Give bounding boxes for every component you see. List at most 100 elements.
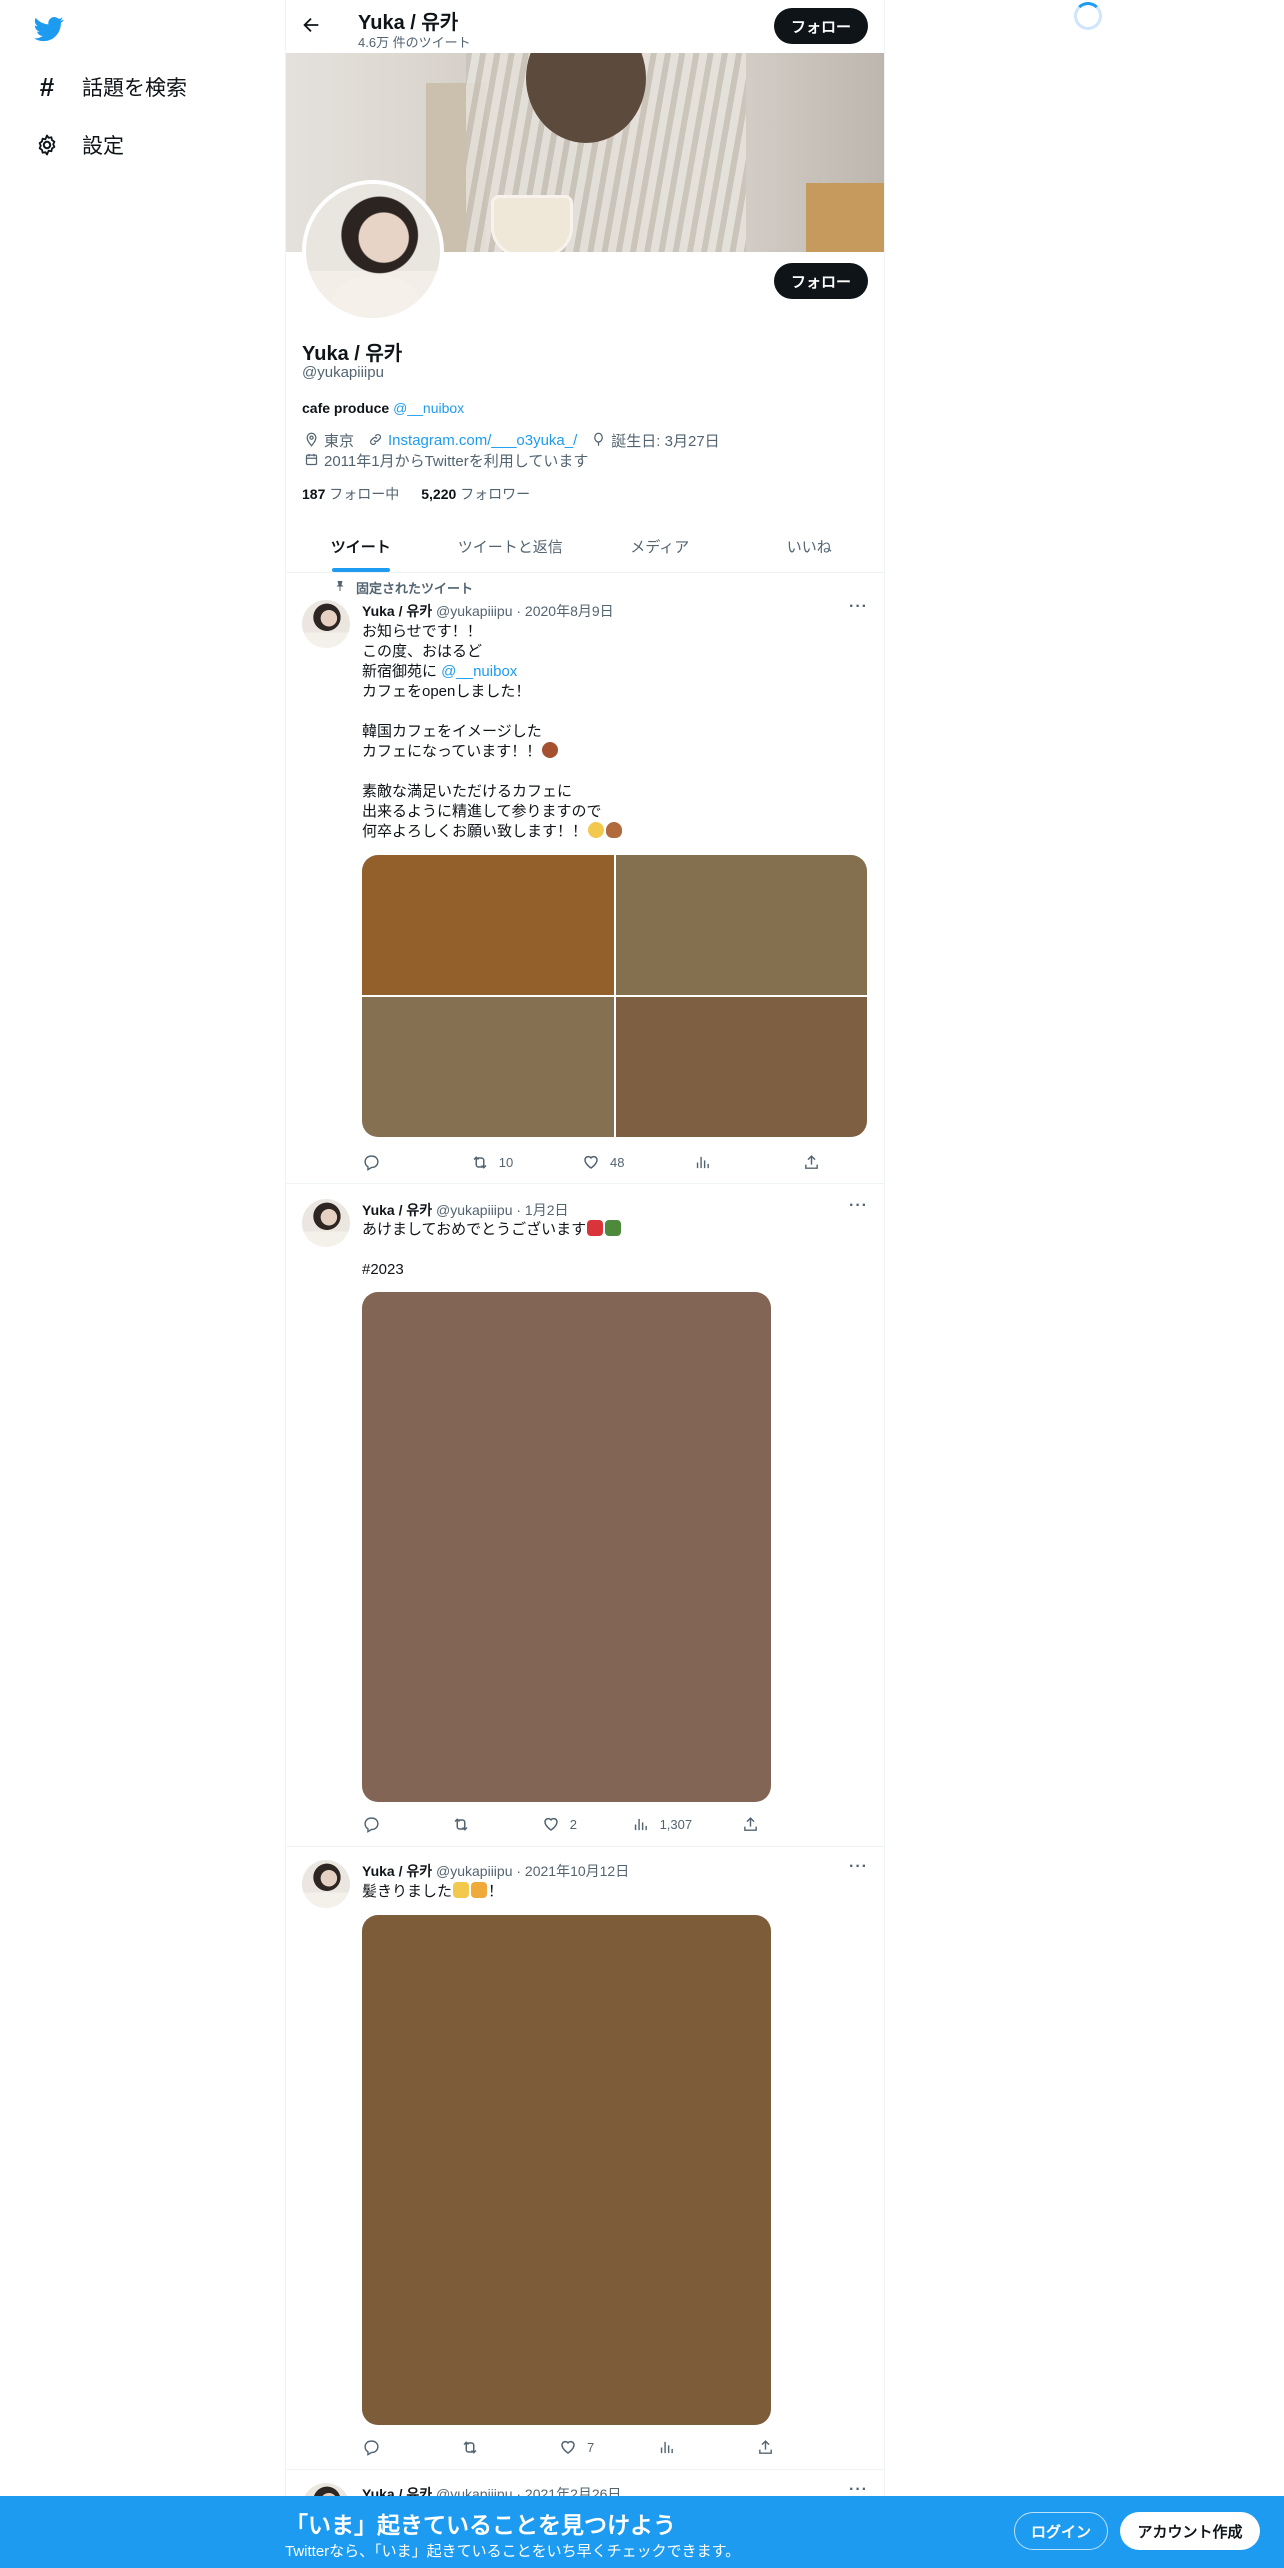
tweet-hashtag[interactable]: #2023	[362, 1260, 862, 1280]
profile-avatar[interactable]	[302, 180, 444, 322]
retweet-button[interactable]	[461, 2438, 501, 2456]
tab-tweets-and-replies[interactable]: ツイートと返信	[436, 520, 586, 572]
pinned-label: 固定されたツイート	[356, 581, 474, 596]
more-options-icon[interactable]: ···	[849, 1197, 868, 1215]
profile-column: Yuka / 유카 4.6万 件のツイート フォロー フォロー Yuka / 유…	[285, 0, 885, 2568]
header-name: Yuka / 유카	[358, 12, 459, 34]
views-button[interactable]: 1,307	[632, 1815, 692, 1833]
tweet-text: 髪きりました ！	[362, 1882, 862, 1902]
tweet-media-image[interactable]	[362, 1915, 771, 2425]
views-button[interactable]	[658, 2438, 698, 2456]
tweet-author-name[interactable]: Yuka / 유카	[362, 1863, 432, 1879]
profile-birthday: 誕生日: 3月27日	[611, 433, 720, 450]
loading-spinner-icon	[1074, 2, 1102, 30]
twitter-logo-icon[interactable]	[32, 14, 66, 44]
nav-explore[interactable]: # 話題を検索	[34, 72, 187, 102]
location-pin-icon	[302, 432, 320, 450]
more-options-icon[interactable]: ···	[849, 598, 868, 616]
tweet-media-4[interactable]	[615, 997, 867, 1137]
heart-icon	[559, 2438, 577, 2456]
pinned-indicator: 固定されたツイート	[334, 578, 473, 597]
tweet-media-2[interactable]	[615, 855, 867, 995]
like-button[interactable]: 7	[559, 2438, 599, 2456]
balloon-icon	[589, 432, 607, 450]
header-tweet-count: 4.6万 件のツイート	[358, 35, 471, 50]
share-button[interactable]	[742, 1815, 782, 1833]
share-button[interactable]	[756, 2438, 796, 2456]
bio-text: cafe produce	[302, 400, 390, 416]
tweet-avatar[interactable]	[302, 600, 350, 648]
profile-follow-button[interactable]: フォロー	[774, 263, 868, 299]
reply-button[interactable]	[362, 2438, 402, 2456]
tweet-text-part2: カフェをopenしました！ 韓国カフェをイメージした カフェになっています！！	[362, 683, 542, 760]
following-stat[interactable]: 187 フォロー中	[302, 484, 399, 504]
link-icon	[366, 432, 384, 450]
tweet-header: Yuka / 유카 @yukapiiipu · 2021年10月12日	[362, 1861, 629, 1881]
reply-button[interactable]	[362, 1815, 402, 1833]
tweet-media-3[interactable]	[362, 997, 614, 1137]
tab-media[interactable]: メディア	[585, 520, 735, 572]
retweet-count: 10	[498, 1154, 514, 1170]
retweet-icon	[471, 1153, 489, 1171]
profile-follow-stats: 187 フォロー中 5,220 フォロワー	[302, 484, 530, 504]
profile-joined: 2011年1月からTwitterを利用しています	[324, 453, 589, 470]
heart-icon	[542, 1815, 560, 1833]
hashtag-icon: #	[39, 71, 55, 102]
heart-icon	[582, 1153, 600, 1171]
share-icon	[756, 2438, 774, 2456]
tweet-media-image[interactable]	[362, 1292, 771, 1802]
tweet-meta[interactable]: @yukapiiipu · 1月2日	[436, 1202, 569, 1218]
signup-banner-subtitle: Twitterなら、「いま」起きていることをいち早くチェックできます。	[285, 2543, 741, 2560]
tweet-header: Yuka / 유카 @yukapiiipu · 2020年8月9日	[362, 601, 614, 621]
views-button[interactable]	[693, 1153, 733, 1171]
reply-button[interactable]	[362, 1153, 402, 1171]
like-button[interactable]: 2	[542, 1815, 582, 1833]
retweet-button[interactable]: 10	[471, 1153, 513, 1171]
tweet-header: Yuka / 유카 @yukapiiipu · 1月2日	[362, 1200, 569, 1220]
share-button[interactable]	[802, 1153, 842, 1171]
tweet-author-name[interactable]: Yuka / 유카	[362, 603, 432, 619]
tweet-avatar[interactable]	[302, 1199, 350, 1247]
crying-face-emoji-icon	[588, 822, 605, 838]
tweet-item[interactable]: Yuka / 유카 @yukapiiipu · 1月2日 ··· あけましておめ…	[286, 1185, 884, 1847]
bio-mention-link[interactable]: @__nuibox	[393, 400, 464, 416]
login-button[interactable]: ログイン	[1014, 2512, 1108, 2550]
tweet-item[interactable]: Yuka / 유카 @yukapiiipu · 2021年10月12日 ··· …	[286, 1848, 884, 2470]
back-arrow-icon[interactable]	[300, 14, 326, 40]
tweet-author-name[interactable]: Yuka / 유카	[362, 1202, 432, 1218]
more-options-icon[interactable]: ···	[849, 1858, 868, 1876]
nav-settings[interactable]: 設定	[34, 130, 124, 160]
tweet-media-1[interactable]	[362, 855, 614, 995]
gear-icon	[34, 132, 60, 158]
tweet-avatar[interactable]	[302, 1860, 350, 1908]
tab-tweets[interactable]: ツイート	[286, 520, 436, 572]
profile-header-bar: Yuka / 유카 4.6万 件のツイート フォロー	[286, 0, 884, 53]
like-button[interactable]: 48	[582, 1153, 624, 1171]
profile-website-link[interactable]: Instagram.com/___o3yuka_/	[388, 432, 577, 449]
create-account-button[interactable]: アカウント作成	[1120, 2512, 1260, 2550]
tweet-meta[interactable]: @yukapiiipu · 2020年8月9日	[436, 603, 614, 619]
like-count: 48	[610, 1154, 625, 1170]
followers-count: 5,220	[421, 486, 457, 502]
tweet-actions: 7	[362, 2435, 796, 2459]
tweet-meta[interactable]: @yukapiiipu · 2021年10月12日	[436, 1863, 629, 1879]
torii-emoji-icon	[587, 1220, 604, 1236]
tweet-item[interactable]: 固定されたツイート Yuka / 유카 @yukapiiipu · 2020年8…	[286, 574, 884, 1184]
tweet-mention-link[interactable]: @__nuibox	[441, 663, 517, 680]
share-icon	[742, 1815, 760, 1833]
tab-likes[interactable]: いいね	[735, 520, 885, 572]
kadomatsu-emoji-icon	[605, 1220, 622, 1236]
followers-stat[interactable]: 5,220 フォロワー	[421, 484, 530, 504]
signup-banner: 「いま」起きていることを見つけよう Twitterなら、「いま」起きていることを…	[0, 2496, 1284, 2568]
nav-explore-label: 話題を検索	[82, 77, 187, 100]
calendar-icon	[302, 452, 320, 470]
sparkle-emoji-icon	[471, 1882, 488, 1898]
tweet-media-grid[interactable]	[362, 855, 867, 1137]
header-follow-button[interactable]: フォロー	[774, 8, 868, 44]
retweet-button[interactable]	[452, 1815, 492, 1833]
profile-tabs: ツイート ツイートと返信 メディア いいね	[286, 520, 884, 573]
brown-heart-emoji-icon	[606, 822, 623, 838]
followers-label: フォロワー	[460, 486, 531, 502]
analytics-icon	[632, 1815, 650, 1833]
retweet-icon	[461, 2438, 479, 2456]
